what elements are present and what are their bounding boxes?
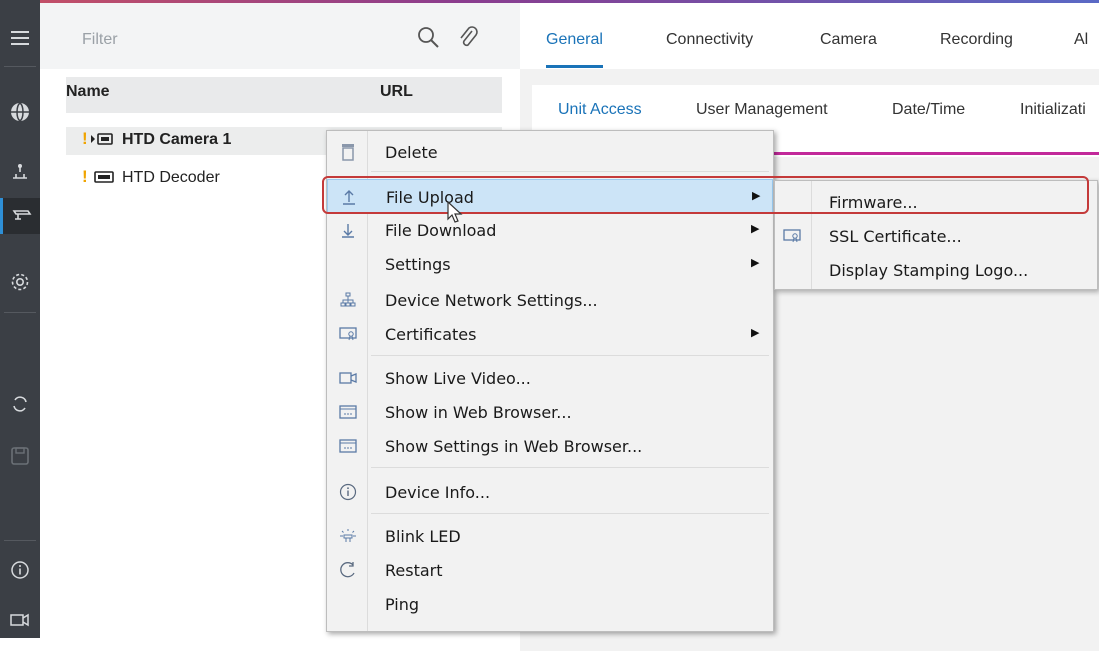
device-name: HTD Camera 1 (122, 131, 232, 148)
menu-item-certificates[interactable]: Certificates ▶ (327, 317, 773, 351)
filter-bar: Filter (40, 3, 560, 69)
submenu-arrow-icon: ▶ (751, 327, 760, 339)
filter-input[interactable]: Filter (82, 31, 118, 49)
submenu-item-ssl-certificate[interactable]: SSL Certificate... (775, 219, 1097, 253)
tab-initialization[interactable]: Initializati (1020, 101, 1086, 119)
decoder-device-icon (94, 170, 114, 188)
info-icon (339, 483, 357, 501)
submenu-arrow-icon: ▶ (752, 190, 761, 202)
menu-item-delete[interactable]: Delete (327, 135, 773, 169)
upload-icon (340, 188, 358, 206)
network-scan-icon[interactable] (0, 154, 40, 190)
trash-icon (339, 143, 357, 161)
submenu-arrow-icon: ▶ (751, 257, 760, 269)
tab-ai[interactable]: Al (1074, 31, 1088, 49)
paperclip-icon[interactable] (458, 25, 478, 54)
network-icon (339, 291, 357, 309)
save-icon[interactable] (0, 438, 40, 474)
column-url[interactable]: URL (380, 83, 413, 101)
globe-icon[interactable] (0, 94, 40, 130)
tab-recording[interactable]: Recording (940, 31, 1013, 49)
column-name[interactable]: Name (66, 83, 110, 101)
tab-connectivity[interactable]: Connectivity (666, 31, 753, 49)
certificate-icon (781, 227, 803, 245)
refresh-icon[interactable] (0, 386, 40, 422)
browser-icon (339, 403, 357, 421)
menu-item-device-network-settings[interactable]: Device Network Settings... (327, 283, 773, 317)
restart-icon (339, 561, 357, 579)
browser-icon (339, 437, 357, 455)
video-icon[interactable] (0, 602, 40, 638)
submenu-arrow-icon: ▶ (751, 223, 760, 235)
context-menu: Delete File Upload ▶ File Download ▶ Set… (326, 130, 774, 632)
tab-camera[interactable]: Camera (820, 31, 877, 49)
tab-general[interactable]: General (546, 31, 603, 68)
warning-icon: ! (82, 129, 88, 148)
submenu-item-firmware[interactable]: Firmware... (775, 185, 1097, 219)
left-rail (0, 0, 40, 638)
settings-icon[interactable] (0, 264, 40, 300)
download-icon (339, 221, 357, 239)
mouse-cursor-icon (447, 201, 463, 223)
tab-unit-access[interactable]: Unit Access (558, 101, 642, 119)
led-icon (339, 527, 357, 545)
menu-item-show-settings-in-web-browser[interactable]: Show Settings in Web Browser... (327, 429, 773, 463)
column-header: Name URL (66, 77, 502, 113)
menu-item-file-download[interactable]: File Download ▶ (327, 213, 773, 247)
menu-item-show-live-video[interactable]: Show Live Video... (327, 361, 773, 395)
menu-icon[interactable] (0, 20, 40, 56)
menu-item-blink-led[interactable]: Blink LED (327, 519, 773, 553)
video-icon (339, 369, 357, 387)
section-divider (770, 152, 1099, 155)
menu-item-device-info[interactable]: Device Info... (327, 475, 773, 509)
menu-item-file-upload[interactable]: File Upload ▶ (327, 179, 773, 213)
menu-item-ping[interactable]: Ping (327, 587, 773, 621)
file-upload-submenu: Firmware... SSL Certificate... Display S… (774, 180, 1098, 290)
warning-icon: ! (82, 167, 88, 186)
camera-device-icon (90, 132, 114, 150)
tab-date-time[interactable]: Date/Time (892, 101, 965, 119)
menu-item-settings[interactable]: Settings ▶ (327, 247, 773, 281)
info-icon[interactable] (0, 552, 40, 588)
search-icon[interactable] (416, 25, 440, 54)
certificate-icon (339, 325, 357, 343)
submenu-item-display-stamping-logo[interactable]: Display Stamping Logo... (775, 253, 1097, 287)
device-name: HTD Decoder (122, 169, 220, 186)
tab-user-management[interactable]: User Management (696, 101, 828, 119)
camera-icon[interactable] (0, 198, 40, 234)
menu-item-show-in-web-browser[interactable]: Show in Web Browser... (327, 395, 773, 429)
menu-item-restart[interactable]: Restart (327, 553, 773, 587)
main-tabs: General Connectivity Camera Recording Al (520, 3, 1099, 70)
